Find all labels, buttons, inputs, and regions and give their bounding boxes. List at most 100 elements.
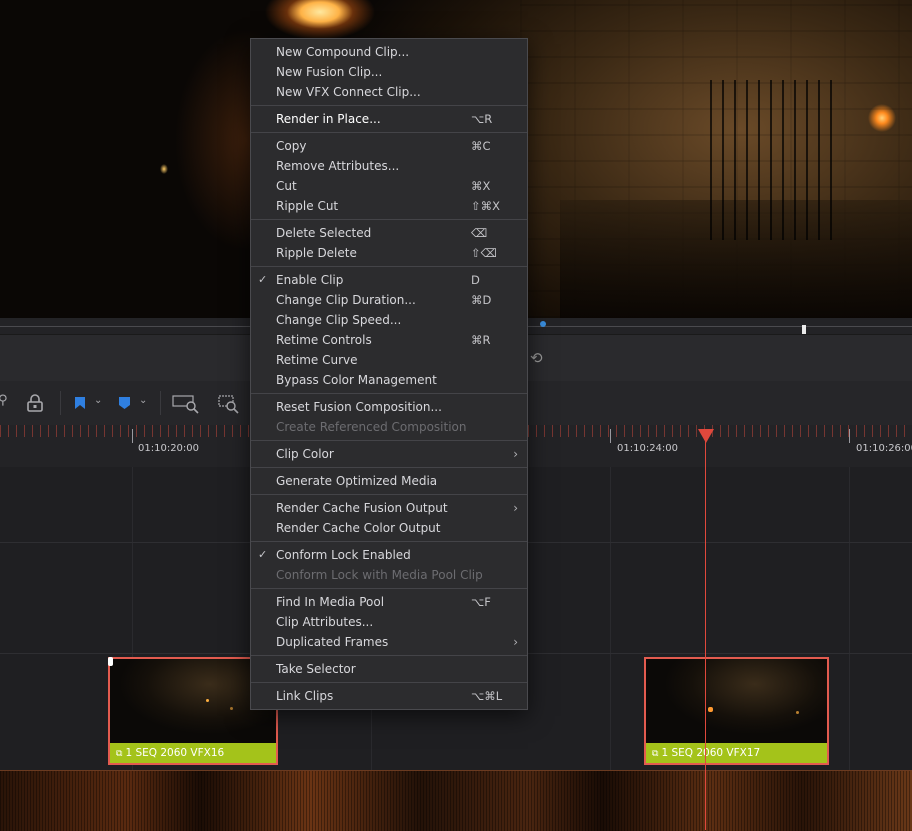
menu-item-change-clip-speed[interactable]: Change Clip Speed... [251,310,527,330]
menu-item-label: Retime Controls [276,333,372,347]
menu-item-label: Reset Fusion Composition... [276,400,442,414]
toolbar-divider [160,391,161,415]
menu-item-new-vfx-connect-clip[interactable]: New VFX Connect Clip... [251,82,527,102]
ember-dot [796,711,799,714]
menu-item-label: Generate Optimized Media [276,474,438,488]
menu-item-find-in-media-pool[interactable]: Find In Media Pool ⌥F [251,592,527,612]
ruler-major-tick [132,429,133,443]
menu-item-change-clip-duration[interactable]: Change Clip Duration... ⌘D [251,290,527,310]
menu-divider [251,682,527,683]
timecode-label: 01:10:24:00 [617,443,679,454]
shortcut-label: ⌘C [471,139,491,153]
menu-item-retime-controls[interactable]: Retime Controls ⌘R [251,330,527,350]
shortcut-label: ⌥⌘L [471,689,503,703]
menu-item-create-referenced-composition: Create Referenced Composition [251,417,527,437]
menu-item-label: New Fusion Clip... [276,65,383,79]
submenu-arrow-icon: › [513,501,518,515]
menu-item-label: Render Cache Color Output [276,521,441,535]
clip-name: 1 SEQ 2060 VFX17 [661,747,761,759]
menu-item-label: Remove Attributes... [276,159,400,173]
menu-divider [251,588,527,589]
linked-clip-icon: ⧉ [116,749,123,759]
menu-divider [251,105,527,106]
scrubber-marker[interactable] [540,321,546,327]
shortcut-label: ⇧⌫ [471,246,497,260]
menu-item-reset-fusion-composition[interactable]: Reset Fusion Composition... [251,397,527,417]
clip-label: ⧉ 1 SEQ 2060 VFX17 [646,743,827,763]
menu-item-label: Render in Place... [276,112,381,126]
menu-item-remove-attributes[interactable]: Remove Attributes... [251,156,527,176]
menu-item-label: New Compound Clip... [276,45,410,59]
menu-item-label: Clip Attributes... [276,615,374,629]
shortcut-label: ⌥F [471,595,491,609]
submenu-arrow-icon: › [513,635,518,649]
menu-item-retime-curve[interactable]: Retime Curve [251,350,527,370]
lock-icon[interactable] [26,394,44,412]
menu-divider [251,266,527,267]
menu-item-bypass-color-management[interactable]: Bypass Color Management [251,370,527,390]
menu-divider [251,541,527,542]
clip-handle[interactable] [108,657,113,666]
menu-item-label: Conform Lock with Media Pool Clip [276,568,483,582]
menu-item-render-in-place[interactable]: Render in Place... ⌥R [251,109,527,129]
menu-divider [251,440,527,441]
shortcut-label: ⌥R [471,112,493,126]
menu-item-copy[interactable]: Copy ⌘C [251,136,527,156]
menu-item-delete-selected[interactable]: Delete Selected ⌫ [251,223,527,243]
ember-dot [206,699,209,702]
menu-divider [251,494,527,495]
menu-item-clip-color[interactable]: Clip Color › [251,444,527,464]
shortcut-label: ⌘X [471,179,491,193]
menu-item-new-compound-clip[interactable]: New Compound Clip... [251,42,527,62]
unlink-icon[interactable]: ⚲ [0,393,8,408]
menu-item-label: Retime Curve [276,353,358,367]
zoom-full-icon[interactable] [172,394,202,414]
menu-item-take-selector[interactable]: Take Selector [251,659,527,679]
menu-item-ripple-delete[interactable]: Ripple Delete ⇧⌫ [251,243,527,263]
playhead-handle[interactable] [698,429,714,443]
menu-item-cut[interactable]: Cut ⌘X [251,176,527,196]
zoom-detail-icon[interactable] [218,394,242,414]
menu-item-label: Change Clip Duration... [276,293,416,307]
menu-item-generate-optimized-media[interactable]: Generate Optimized Media [251,471,527,491]
menu-divider [251,393,527,394]
menu-item-duplicated-frames[interactable]: Duplicated Frames › [251,632,527,652]
menu-item-label: Render Cache Fusion Output [276,501,448,515]
menu-item-clip-attributes[interactable]: Clip Attributes... [251,612,527,632]
menu-item-conform-lock-enabled[interactable]: ✓ Conform Lock Enabled [251,545,527,565]
menu-item-link-clips[interactable]: Link Clips ⌥⌘L [251,686,527,706]
timecode-label: 01:10:20:00 [138,443,200,454]
menu-item-label: Find In Media Pool [276,595,385,609]
menu-item-label: Delete Selected [276,226,372,240]
checkmark-icon: ✓ [258,273,268,286]
grid-line [610,467,611,770]
menu-divider [251,132,527,133]
filmstrip-track[interactable] [0,770,912,831]
timecode-label: 01:10:26:00 [856,443,912,454]
menu-item-render-cache-fusion-output[interactable]: Render Cache Fusion Output › [251,498,527,518]
menu-item-label: Ripple Delete [276,246,357,260]
menu-divider [251,467,527,468]
menu-item-label: Enable Clip [276,273,344,287]
chevron-down-icon[interactable]: ⌄ [139,395,147,406]
menu-item-ripple-cut[interactable]: Ripple Cut ⇧⌘X [251,196,527,216]
marker-icon[interactable] [118,396,131,410]
video-clip-vfx17[interactable]: ⧉ 1 SEQ 2060 VFX17 [644,657,829,765]
ember-dot [230,707,233,710]
menu-item-label: Link Clips [276,689,334,703]
chevron-down-icon[interactable]: ⌄ [94,395,102,406]
grid-line [849,467,850,770]
flag-icon[interactable] [74,396,86,410]
toolbar-divider [60,391,61,415]
menu-item-new-fusion-clip[interactable]: New Fusion Clip... [251,62,527,82]
menu-item-render-cache-color-output[interactable]: Render Cache Color Output [251,518,527,538]
shortcut-label: D [471,273,480,287]
menu-item-label: Create Referenced Composition [276,420,467,434]
menu-item-label: Copy [276,139,307,153]
menu-item-label: Cut [276,179,297,193]
menu-item-conform-lock-with-media-pool-clip: Conform Lock with Media Pool Clip [251,565,527,585]
menu-item-enable-clip[interactable]: ✓ Enable Clip D [251,270,527,290]
loop-icon[interactable]: ⟲ [530,349,543,367]
ember-dot [708,707,713,712]
menu-item-label: Conform Lock Enabled [276,548,411,562]
